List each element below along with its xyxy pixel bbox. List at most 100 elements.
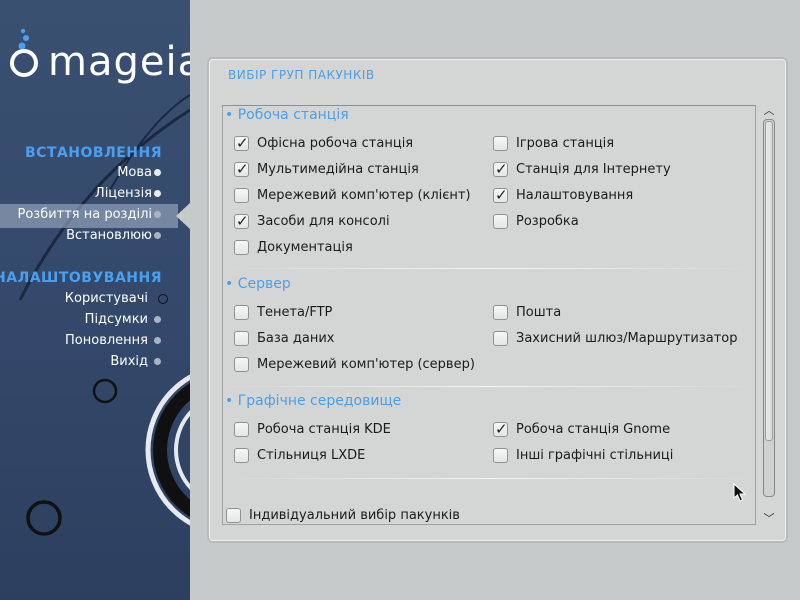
- checkbox-box[interactable]: ✓: [234, 211, 249, 230]
- check-icon: ✓: [236, 211, 249, 230]
- checkbox-box[interactable]: ✓: [234, 133, 249, 152]
- current-step-ring-icon: [158, 294, 168, 304]
- checkbox-firewall-router[interactable]: Захисний шлюз/Маршрутизатор: [493, 328, 738, 348]
- checkbox-label: Розробка: [516, 213, 579, 229]
- checkbox-multimedia-station[interactable]: ✓ Мультимедійна станція: [234, 159, 419, 179]
- checkbox-label: База даних: [257, 330, 335, 346]
- checkbox-documentation[interactable]: Документація: [234, 237, 353, 257]
- checkbox-box[interactable]: [234, 447, 249, 463]
- checkbox-label: Ігрова станція: [516, 135, 615, 151]
- package-group-list[interactable]: • Робоча станція ✓ Офісна робоча станція…: [222, 105, 756, 525]
- checkbox-label: Офісна робоча станція: [257, 135, 414, 151]
- mouse-pointer-icon: [733, 483, 747, 502]
- nav-item-partitioning: Розбиття на розділі: [17, 207, 152, 222]
- check-icon: ✓: [495, 185, 508, 204]
- scrollbar-thumb[interactable]: [765, 121, 773, 441]
- checkbox-other-desktops[interactable]: Інші графічні стільниці: [493, 445, 673, 465]
- checkbox-box[interactable]: [493, 447, 508, 463]
- checkbox-box[interactable]: ✓: [493, 185, 508, 204]
- checkbox-game-station[interactable]: Ігрова станція: [493, 133, 614, 153]
- nav-item-users: Користувачі: [64, 291, 148, 306]
- group-separator: [223, 478, 755, 479]
- panel-title: ВИБІР ГРУП ПАКУНКІВ: [228, 68, 375, 82]
- checkbox-individual-package-selection[interactable]: Індивідуальний вибір пакунків: [226, 505, 460, 524]
- checkbox-label: Захисний шлюз/Маршрутизатор: [516, 330, 738, 346]
- mageia-logo-icon: [10, 28, 38, 77]
- checkbox-box[interactable]: [493, 213, 508, 229]
- checkbox-label: Робоча станція Gnome: [516, 421, 671, 437]
- group-title-server: • Сервер: [225, 276, 291, 292]
- check-icon: ✓: [236, 133, 249, 152]
- checkbox-office-workstation[interactable]: ✓ Офісна робоча станція: [234, 133, 413, 153]
- active-step-pointer-icon: [176, 203, 190, 229]
- checkbox-database[interactable]: База даних: [234, 328, 335, 348]
- checkbox-box[interactable]: [493, 135, 508, 151]
- checkbox-box[interactable]: [234, 187, 249, 203]
- nav-item-updates: Поновлення: [65, 333, 148, 348]
- checkbox-label: Робоча станція KDE: [257, 421, 391, 437]
- group-separator: [223, 386, 755, 387]
- step-dot-icon: [154, 316, 161, 323]
- checkbox-configuration[interactable]: ✓ Налаштовування: [493, 185, 633, 205]
- logo-text: mageia: [48, 39, 190, 85]
- checkbox-internet-station[interactable]: ✓ Станція для Інтернету: [493, 159, 671, 179]
- checkbox-box[interactable]: ✓: [234, 159, 249, 178]
- checkbox-label: Станція для Інтернету: [516, 161, 671, 177]
- checkbox-console-tools[interactable]: ✓ Засоби для консолі: [234, 211, 390, 231]
- group-separator: [223, 268, 755, 269]
- nav-item-language: Мова: [117, 165, 152, 180]
- check-icon: ✓: [495, 159, 508, 178]
- step-dot-icon: [154, 232, 161, 239]
- checkbox-network-client[interactable]: Мережевий комп'ютер (клієнт): [234, 185, 471, 205]
- checkbox-label: Мультимедійна станція: [257, 161, 419, 177]
- step-dot-icon: [154, 211, 161, 218]
- installer-sidebar: mageia ВСТАНОВЛЕННЯ Мова Ліцензія Розбит…: [0, 0, 190, 600]
- nav-item-summary: Підсумки: [84, 312, 148, 327]
- step-dot-icon: [154, 337, 161, 344]
- checkbox-box[interactable]: [493, 304, 508, 320]
- checkbox-gnome-workstation[interactable]: ✓ Робоча станція Gnome: [493, 419, 670, 439]
- group-title-workstation: • Робоча станція: [225, 107, 349, 123]
- checkbox-label: Засоби для консолі: [257, 213, 390, 229]
- group-title-graphical: • Графічне середовище: [225, 393, 402, 409]
- scrollbar-track[interactable]: [763, 119, 775, 497]
- checkbox-lxde-desktop[interactable]: Стільниця LXDE: [234, 445, 365, 465]
- config-section-title: НАЛАШТОВУВАННЯ: [0, 270, 162, 286]
- checkbox-box[interactable]: [234, 421, 249, 437]
- mageia-logo: mageia: [8, 26, 190, 86]
- chevron-down-icon[interactable]: ﹀: [761, 513, 777, 525]
- checkbox-box[interactable]: ✓: [493, 159, 508, 178]
- checkbox-label: Налаштовування: [516, 187, 634, 203]
- checkbox-label: Стільниця LXDE: [257, 447, 366, 463]
- checkbox-mail[interactable]: Пошта: [493, 302, 561, 322]
- checkbox-label: Мережевий комп'ютер (клієнт): [257, 187, 471, 203]
- step-dot-icon: [154, 358, 161, 365]
- checkbox-label: Документація: [257, 239, 353, 255]
- checkbox-box[interactable]: [234, 304, 249, 320]
- checkbox-box[interactable]: [234, 239, 249, 255]
- checkbox-box[interactable]: [234, 330, 249, 346]
- checkbox-label: Тенета/FTP: [257, 304, 333, 320]
- checkbox-box[interactable]: [234, 356, 249, 372]
- step-dot-icon: [154, 169, 161, 176]
- checkbox-label: Індивідуальний вибір пакунків: [249, 507, 460, 523]
- vertical-scrollbar[interactable]: ︿ ﹀: [761, 105, 777, 525]
- install-section-title: ВСТАНОВЛЕННЯ: [24, 145, 162, 161]
- nav-item-license: Ліцензія: [94, 186, 152, 201]
- nav-item-installing: Встановлюю: [66, 228, 152, 243]
- checkbox-network-server[interactable]: Мережевий комп'ютер (сервер): [234, 354, 475, 374]
- checkbox-box[interactable]: ✓: [493, 419, 508, 438]
- checkbox-label: Мережевий комп'ютер (сервер): [257, 356, 475, 372]
- check-icon: ✓: [236, 159, 249, 178]
- check-icon: ✓: [495, 419, 508, 438]
- checkbox-development[interactable]: Розробка: [493, 211, 579, 231]
- step-dot-icon: [154, 190, 161, 197]
- checkbox-label: Інші графічні стільниці: [516, 447, 674, 463]
- nav-item-exit: Вихід: [110, 354, 148, 369]
- checkbox-box[interactable]: [493, 330, 508, 346]
- checkbox-box[interactable]: [226, 507, 241, 523]
- chevron-up-icon[interactable]: ︿: [761, 105, 777, 117]
- package-group-panel: ВИБІР ГРУП ПАКУНКІВ • Робоча станція ✓ О…: [209, 59, 786, 541]
- checkbox-web-ftp[interactable]: Тенета/FTP: [234, 302, 332, 322]
- checkbox-kde-workstation[interactable]: Робоча станція KDE: [234, 419, 391, 439]
